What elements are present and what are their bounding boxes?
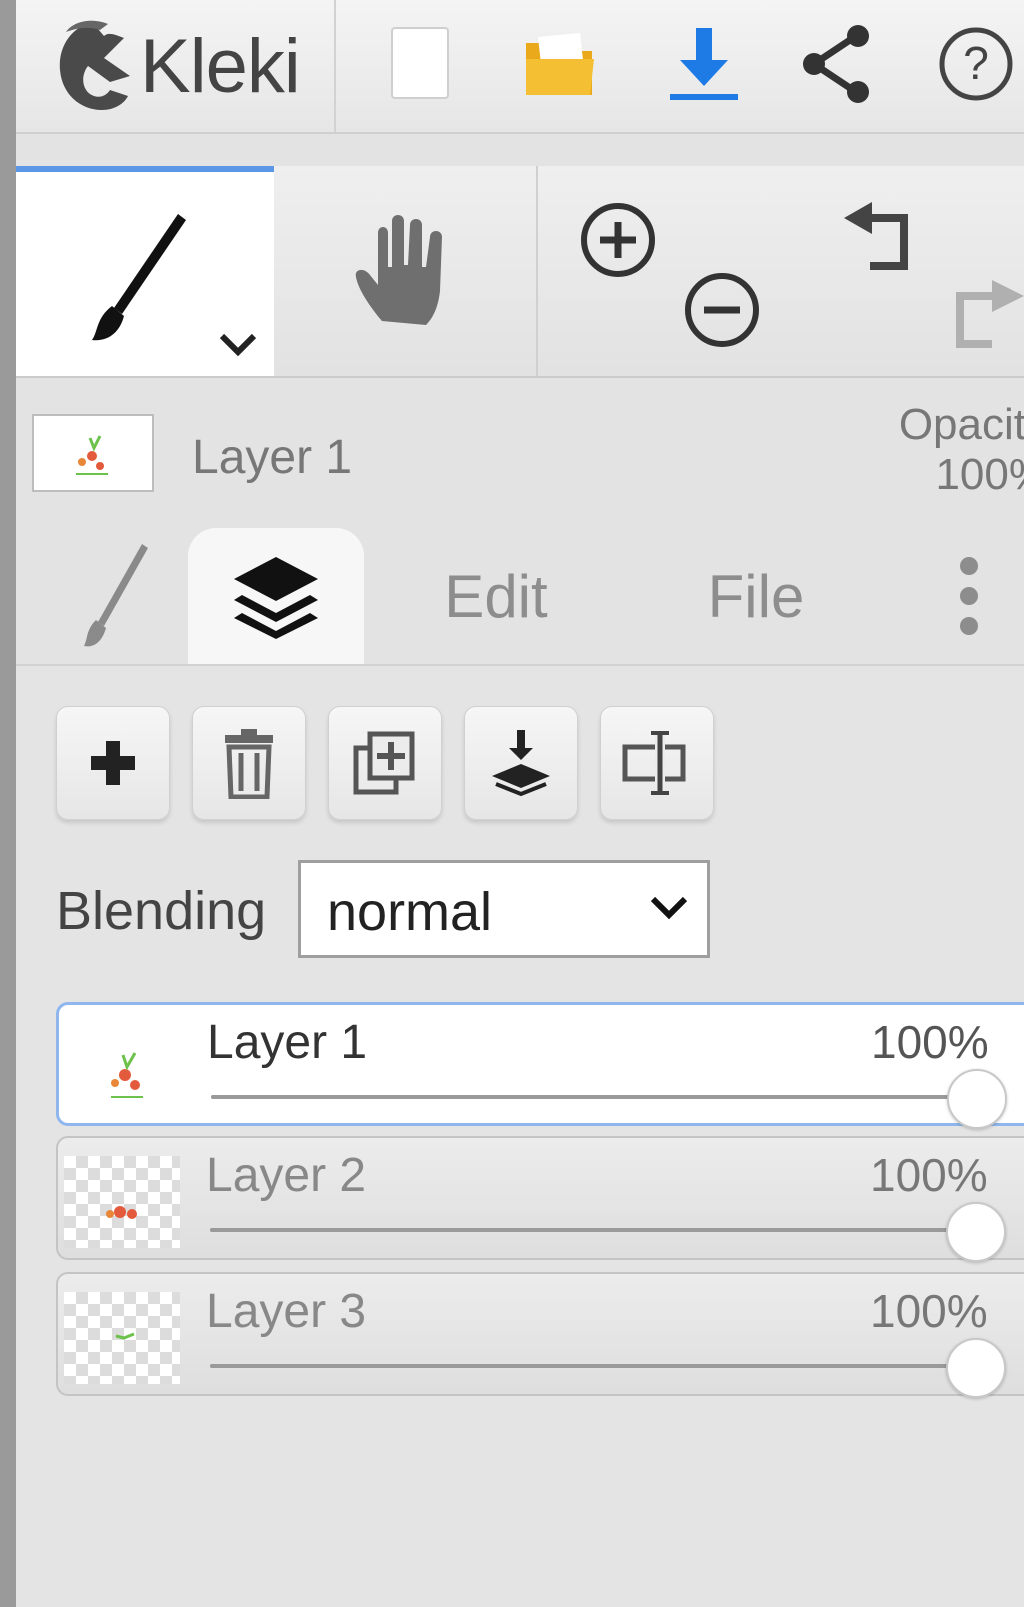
layer-item[interactable]: Layer 3 100% xyxy=(56,1272,1024,1398)
blending-value: normal xyxy=(327,882,493,942)
merge-down-icon xyxy=(492,730,550,797)
layer-thumbnail xyxy=(64,1156,180,1248)
layer-preview-image xyxy=(111,1052,143,1098)
zoom-out-icon xyxy=(685,273,759,347)
share-icon xyxy=(803,25,869,103)
zoom-in-button[interactable] xyxy=(576,198,660,282)
layer-opacity-value: 100% xyxy=(870,1149,988,1201)
layer-preview-image xyxy=(76,435,108,475)
layer-name: Layer 3 xyxy=(206,1285,367,1338)
slider-fill xyxy=(210,1228,970,1232)
tab-layers[interactable] xyxy=(188,528,364,664)
layer-opacity-slider[interactable] xyxy=(211,1095,971,1099)
slider-handle[interactable] xyxy=(946,1338,1006,1398)
redo-icon xyxy=(956,280,1024,348)
brush-icon xyxy=(92,214,186,341)
chevron-down-icon xyxy=(650,896,688,920)
kleki-logo: Kleki xyxy=(52,10,301,122)
help-icon: ? xyxy=(939,27,1013,101)
help-button[interactable]: ? xyxy=(936,14,1024,114)
delete-layer-button[interactable] xyxy=(192,706,306,820)
layer-name: Layer 2 xyxy=(206,1149,367,1202)
brush-icon xyxy=(84,544,148,647)
rename-icon xyxy=(622,731,686,795)
merge-down-button[interactable] xyxy=(464,706,578,820)
tool-separator xyxy=(536,166,538,376)
new-page-icon xyxy=(391,27,449,99)
chevron-down-icon[interactable] xyxy=(218,332,258,358)
share-button[interactable] xyxy=(788,14,888,114)
download-icon xyxy=(670,28,738,100)
more-menu-button[interactable] xyxy=(944,528,994,664)
layer-thumbnail xyxy=(64,1292,180,1384)
brush-tool-button[interactable] xyxy=(16,166,274,376)
top-separator xyxy=(334,0,336,132)
folder-icon xyxy=(526,33,594,95)
left-edge xyxy=(0,0,16,1607)
blending-label: Blending xyxy=(56,881,267,941)
tab-bar: Edit File xyxy=(16,520,1024,666)
current-layer-name: Layer 1 xyxy=(192,431,353,484)
zoom-in-icon xyxy=(581,203,655,277)
current-layer-thumbnail[interactable] xyxy=(32,414,154,492)
plus-icon xyxy=(91,741,135,785)
rename-layer-button[interactable] xyxy=(600,706,714,820)
slider-handle[interactable] xyxy=(946,1202,1006,1262)
slider-fill xyxy=(211,1095,971,1099)
layer-name: Layer 1 xyxy=(207,1016,368,1069)
open-image-button[interactable] xyxy=(510,14,610,114)
layer-item[interactable]: Layer 1 100% xyxy=(56,1002,1024,1129)
zoom-out-button[interactable] xyxy=(680,268,764,352)
duplicate-icon xyxy=(353,731,415,795)
add-layer-button[interactable] xyxy=(56,706,170,820)
redo-button[interactable] xyxy=(952,274,1024,358)
slider-fill xyxy=(210,1364,970,1368)
blending-select[interactable]: normal xyxy=(298,860,710,958)
new-image-button[interactable] xyxy=(370,14,470,114)
top-bar: Kleki ? xyxy=(16,0,1024,134)
layer-preview-image xyxy=(106,1206,137,1219)
save-image-button[interactable] xyxy=(654,14,754,114)
layer-thumbnail xyxy=(65,1023,181,1115)
svg-text:?: ? xyxy=(963,37,989,89)
tab-file-label: File xyxy=(707,562,805,630)
hand-tool-button[interactable] xyxy=(278,166,536,376)
opacity-value: 100% xyxy=(935,450,1024,499)
tab-file[interactable]: File xyxy=(676,528,836,664)
kleki-logo-icon xyxy=(59,20,130,110)
layer-item[interactable]: Layer 2 100% xyxy=(56,1136,1024,1262)
tab-edit[interactable]: Edit xyxy=(416,528,576,664)
trash-icon xyxy=(225,729,273,799)
tab-edit-label: Edit xyxy=(444,562,548,630)
layer-opacity-value: 100% xyxy=(871,1016,989,1068)
undo-icon xyxy=(844,202,908,270)
layer-preview-image xyxy=(115,1332,135,1340)
current-layer-opacity: Opacity 100% xyxy=(868,400,1024,500)
undo-button[interactable] xyxy=(838,196,922,280)
layer-opacity-value: 100% xyxy=(870,1285,988,1337)
tool-row xyxy=(16,166,1024,378)
slider-handle[interactable] xyxy=(947,1069,1007,1129)
tab-brush[interactable] xyxy=(56,528,176,664)
layer-opacity-slider[interactable] xyxy=(210,1364,970,1368)
app-name: Kleki xyxy=(140,23,301,109)
duplicate-layer-button[interactable] xyxy=(328,706,442,820)
hand-icon xyxy=(355,215,442,325)
opacity-label: Opacity xyxy=(898,400,1024,449)
more-vertical-icon xyxy=(960,557,978,635)
layer-opacity-slider[interactable] xyxy=(210,1228,970,1232)
layers-icon xyxy=(234,557,318,639)
